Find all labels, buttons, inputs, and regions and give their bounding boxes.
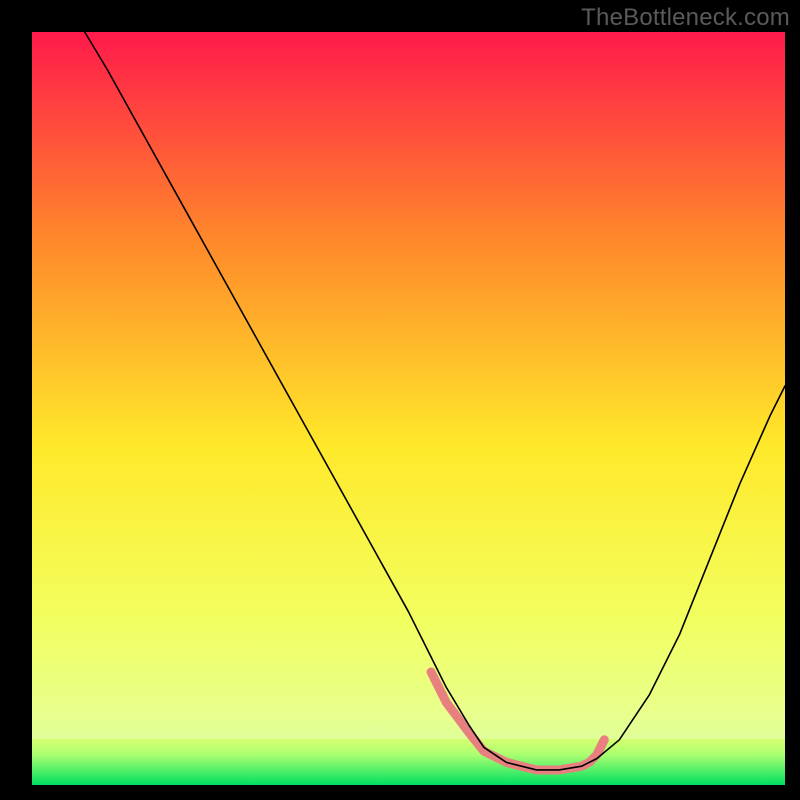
watermark-text: TheBottleneck.com bbox=[581, 4, 790, 32]
bottom-green-band bbox=[32, 739, 785, 785]
plot-area bbox=[32, 32, 785, 785]
chart-frame: TheBottleneck.com bbox=[0, 0, 800, 800]
gradient-background bbox=[32, 32, 785, 785]
chart-svg bbox=[32, 32, 785, 785]
